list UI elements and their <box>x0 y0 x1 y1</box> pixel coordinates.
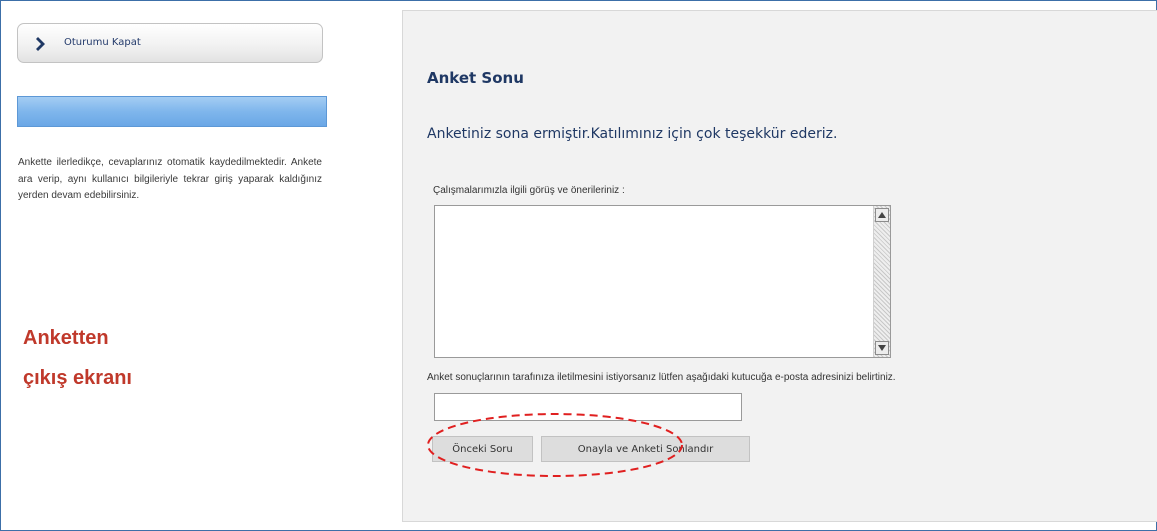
arrow-up-icon <box>878 212 886 218</box>
annotation-line-2: çıkış ekranı <box>23 367 132 389</box>
previous-question-button[interactable]: Önceki Soru <box>432 436 533 462</box>
autosave-info-text: Ankette ilerledikçe, cevaplarınız otomat… <box>18 157 322 201</box>
logout-button[interactable]: Oturumu Kapat <box>17 23 323 63</box>
confirm-and-finish-button[interactable]: Onayla ve Anketi Sonlandır <box>541 436 750 462</box>
page-title: Anket Sonu <box>427 69 524 87</box>
email-label: Anket sonuçlarının tarafınıza iletilmesi… <box>427 372 896 383</box>
comments-textarea[interactable] <box>434 205 891 358</box>
annotation-label: Anketten çıkış ekranı <box>23 318 243 398</box>
annotation-line-1: Anketten <box>23 327 109 349</box>
thanks-message: Anketiniz sona ermiştir.Katılımınız için… <box>427 126 838 142</box>
email-input[interactable] <box>434 393 742 421</box>
scroll-up-button[interactable] <box>875 208 889 222</box>
comments-scrollbar[interactable] <box>873 206 890 357</box>
chevron-right-icon <box>36 36 50 51</box>
arrow-down-icon <box>878 345 886 351</box>
comments-label: Çalışmalarımızla ilgili görüş ve önerile… <box>433 185 625 196</box>
logout-label: Oturumu Kapat <box>64 37 141 48</box>
sidebar-header-bar <box>17 96 327 127</box>
scroll-down-button[interactable] <box>875 341 889 355</box>
